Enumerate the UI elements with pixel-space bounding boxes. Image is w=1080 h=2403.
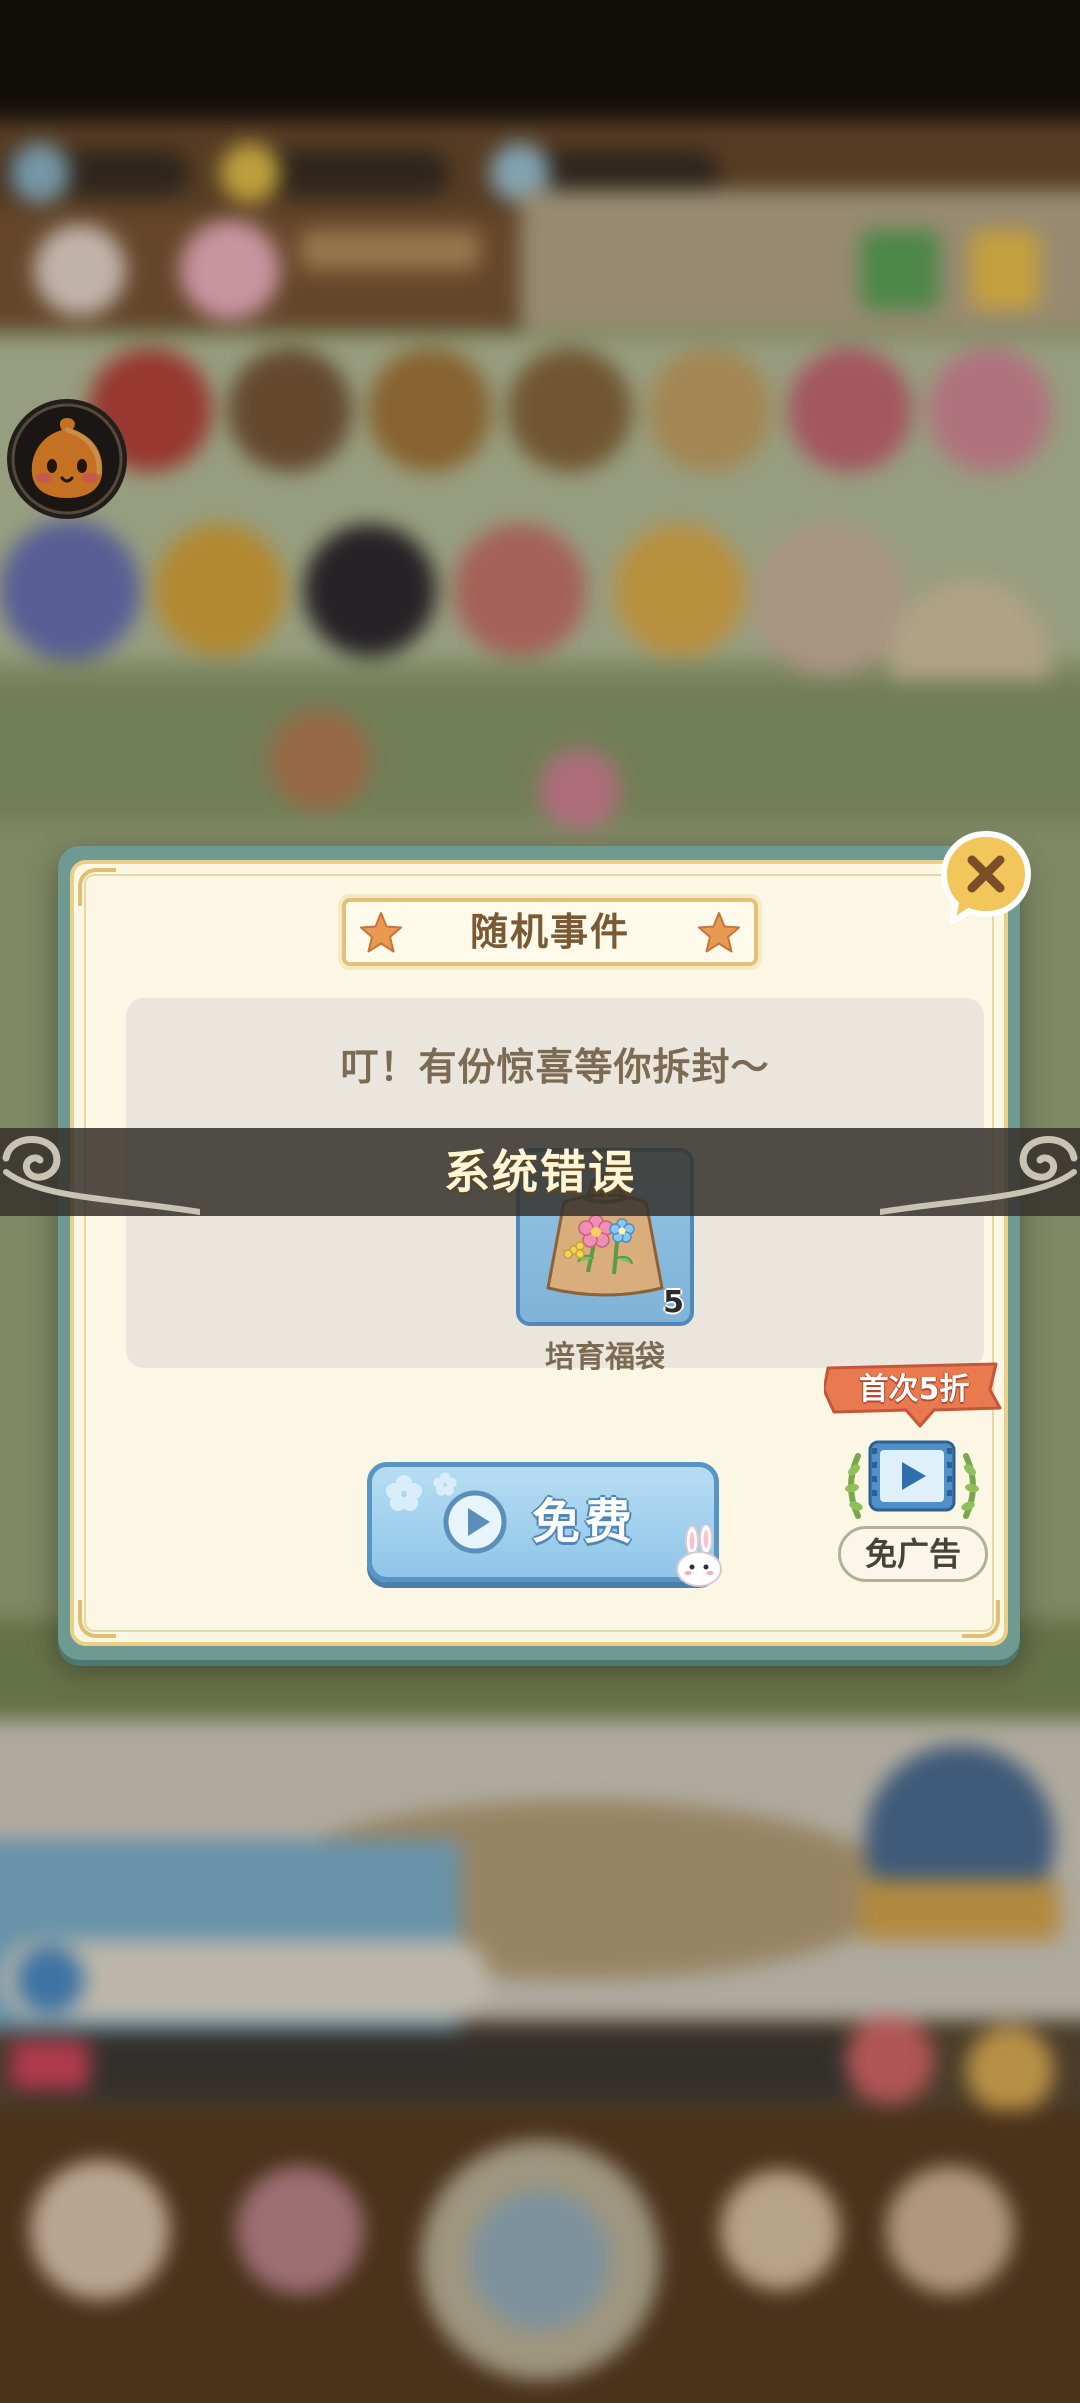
title-banner: 随机事件 — [342, 898, 758, 966]
free-button-label: 免费 — [532, 1494, 637, 1550]
corner-ornament — [78, 868, 116, 906]
free-claim-button[interactable]: 免费 — [367, 1462, 722, 1587]
event-message: 叮！有份惊喜等你拆封～ — [340, 1045, 770, 1089]
bunny-icon — [676, 1525, 722, 1587]
dialog-paper: 随机事件 叮！有份惊喜等你拆封～ 5 培育福袋 免费 首次5折 免广告 — [70, 860, 1008, 1646]
corner-ornament — [78, 1600, 116, 1638]
reward-count: 5 — [663, 1285, 684, 1320]
random-event-dialog: 随机事件 叮！有份惊喜等你拆封～ 5 培育福袋 免费 首次5折 免广告 — [58, 830, 1032, 1660]
snowflake-icon — [386, 1475, 422, 1511]
system-error-toast: 系统错误 — [0, 1128, 1080, 1216]
star-icon — [698, 912, 740, 953]
dialog-title: 随机事件 — [469, 910, 630, 954]
play-icon — [443, 1490, 507, 1554]
ad-free-button[interactable]: 免广告 — [838, 1526, 988, 1582]
discount-label: 首次5折 — [858, 1372, 970, 1407]
swirl-ornament-icon — [880, 1136, 1078, 1215]
video-ad-icon[interactable] — [842, 1426, 982, 1526]
close-button[interactable] — [938, 828, 1034, 924]
corner-ornament — [962, 1600, 1000, 1638]
reward-name: 培育福袋 — [545, 1340, 665, 1375]
ad-free-offer: 首次5折 免广告 — [824, 1360, 1004, 1600]
